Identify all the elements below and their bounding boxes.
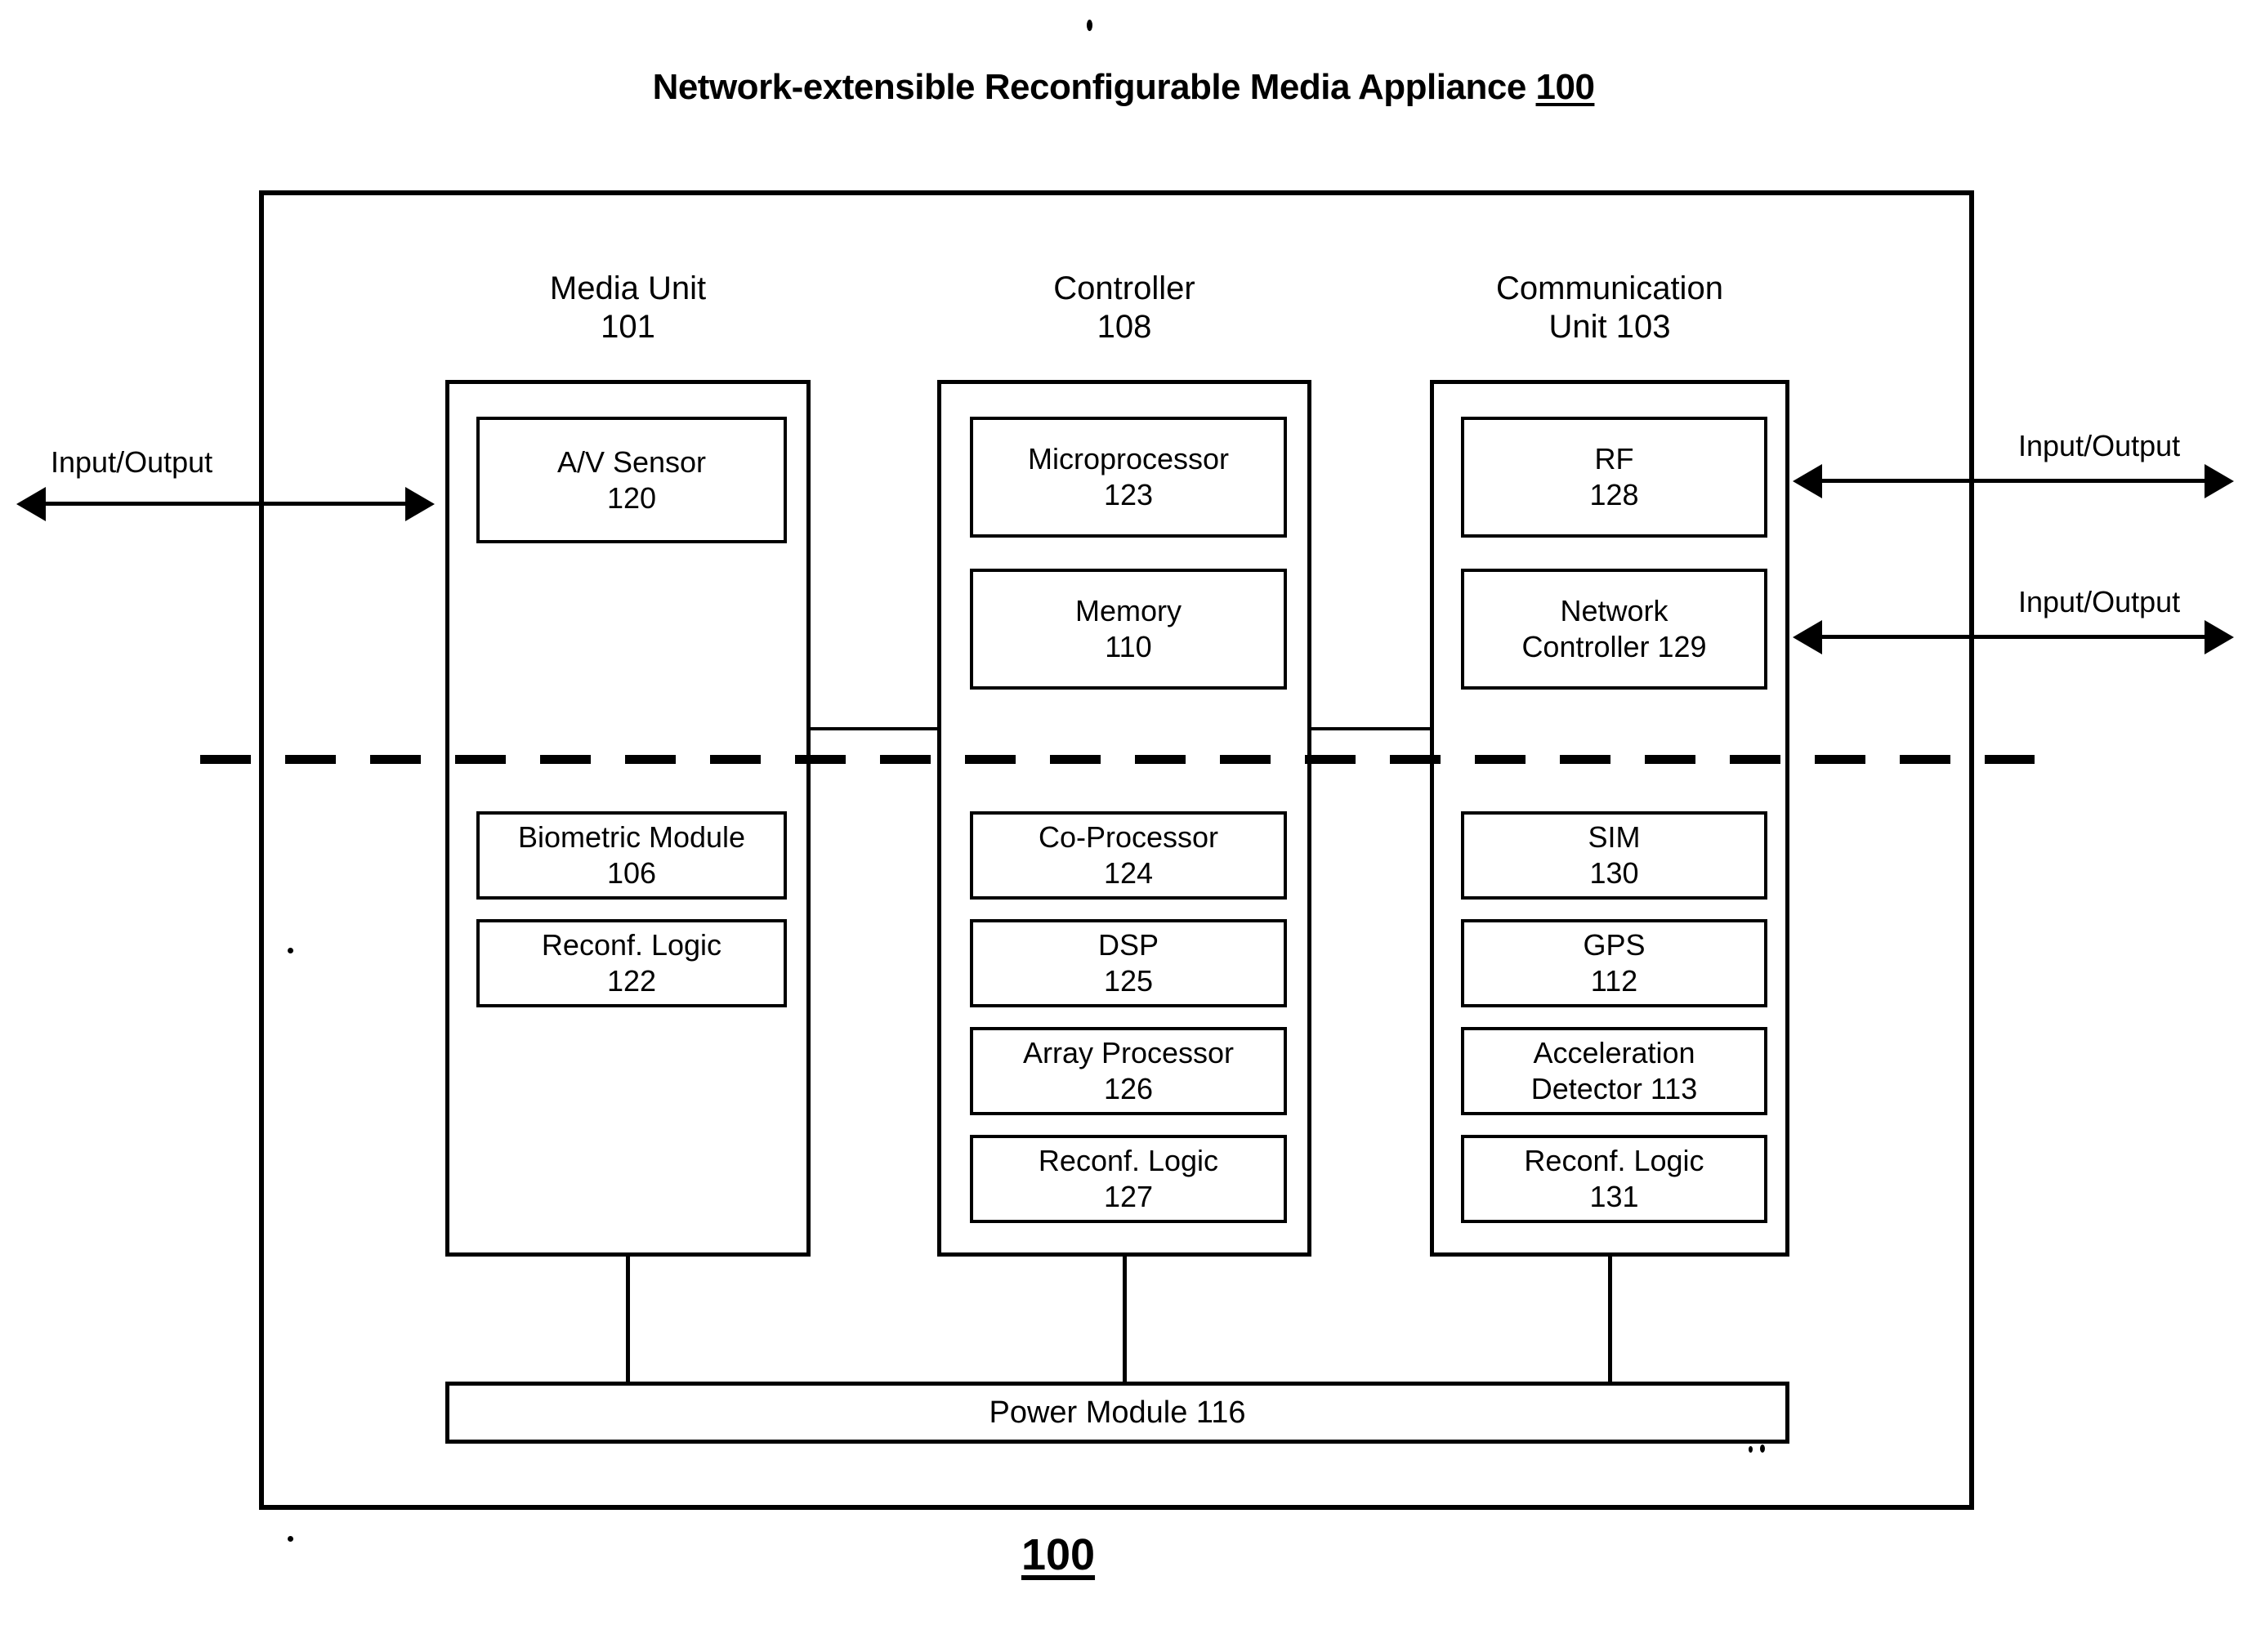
acceleration-detector-number: Detector 113	[1530, 1072, 1698, 1105]
gps-label: GPS	[1583, 928, 1646, 962]
media-to-controller-connector	[809, 727, 939, 730]
sim-label: SIM	[1588, 820, 1641, 855]
page-title-text: Network-extensible Reconfigurable Media …	[652, 67, 1536, 107]
io-right-rf-arrowhead-right-icon	[2205, 464, 2234, 498]
media-reconf-logic-number: 122	[606, 964, 657, 998]
av-sensor-box[interactable]: A/V Sensor 120	[476, 417, 787, 543]
patent-figure-page: Network-extensible Reconfigurable Media …	[0, 0, 2247, 1652]
rf-label: RF	[1594, 442, 1634, 476]
media-reconf-logic-box[interactable]: Reconf. Logic 122	[476, 919, 787, 1007]
media-reconf-logic-label: Reconf. Logic	[541, 928, 722, 962]
biometric-module-number: 106	[606, 856, 657, 890]
sim-box[interactable]: SIM 130	[1461, 811, 1767, 900]
power-module-box[interactable]: Power Module 116	[445, 1382, 1789, 1444]
page-title: Network-extensible Reconfigurable Media …	[0, 67, 2247, 108]
io-left-arrowhead-right-icon	[405, 487, 435, 521]
array-processor-box[interactable]: Array Processor 126	[970, 1027, 1287, 1115]
communication-reconf-logic-label: Reconf. Logic	[1524, 1144, 1704, 1178]
controller-reconf-logic-box[interactable]: Reconf. Logic 127	[970, 1135, 1287, 1223]
biometric-module-label: Biometric Module	[517, 820, 746, 855]
communication-unit-heading: Communication Unit 103	[1496, 270, 1723, 346]
io-left-label: Input/Output	[51, 445, 213, 479]
dsp-number: 125	[1103, 964, 1154, 998]
rf-box[interactable]: RF 128	[1461, 417, 1767, 538]
io-right-rf-arrow-line	[1820, 479, 2205, 483]
controller-reconf-logic-label: Reconf. Logic	[1038, 1144, 1219, 1178]
scan-speckle	[1087, 20, 1092, 31]
controller-heading: Controller 108	[1053, 270, 1195, 346]
dsp-box[interactable]: DSP 125	[970, 919, 1287, 1007]
controller-reconf-logic-number: 127	[1103, 1180, 1154, 1213]
media-unit-box[interactable]: A/V Sensor 120 Biometric Module 106 Reco…	[445, 380, 811, 1257]
controller-box[interactable]: Microprocessor 123 Memory 110 Co-Process…	[937, 380, 1311, 1257]
microprocessor-box[interactable]: Microprocessor 123	[970, 417, 1287, 538]
co-processor-number: 124	[1103, 856, 1154, 890]
io-right-network-arrowhead-right-icon	[2205, 620, 2234, 654]
media-to-power-connector	[626, 1255, 630, 1383]
io-right-rf-arrowhead-left-icon	[1793, 464, 1822, 498]
co-processor-label: Co-Processor	[1038, 820, 1219, 855]
controller-to-power-connector	[1123, 1255, 1127, 1383]
io-left-arrowhead-left-icon	[16, 487, 46, 521]
media-unit-heading: Media Unit 101	[549, 270, 707, 346]
communication-to-power-connector	[1608, 1255, 1612, 1383]
array-processor-label: Array Processor	[1022, 1036, 1235, 1070]
io-right-rf-label: Input/Output	[2018, 429, 2181, 462]
microprocessor-number: 123	[1103, 478, 1154, 511]
figure-reference-numeral: 100	[989, 1529, 1128, 1580]
communication-unit-box[interactable]: RF 128 Network Controller 129 SIM 130 GP…	[1430, 380, 1789, 1257]
memory-label: Memory	[1074, 594, 1182, 628]
acceleration-detector-label: Acceleration	[1533, 1036, 1695, 1070]
network-controller-box[interactable]: Network Controller 129	[1461, 569, 1767, 690]
figure-reference-number: 100	[1021, 1530, 1096, 1579]
io-right-network-arrow-line	[1820, 635, 2205, 639]
network-controller-number: Controller 129	[1521, 630, 1707, 663]
gps-number: 112	[1590, 964, 1638, 998]
biometric-module-box[interactable]: Biometric Module 106	[476, 811, 787, 900]
microprocessor-label: Microprocessor	[1027, 442, 1230, 476]
av-sensor-number: 120	[606, 480, 657, 515]
communication-reconf-logic-number: 131	[1589, 1180, 1639, 1213]
io-right-network-label: Input/Output	[2018, 585, 2181, 618]
dsp-label: DSP	[1097, 928, 1159, 962]
scan-speckle	[288, 1536, 293, 1542]
co-processor-box[interactable]: Co-Processor 124	[970, 811, 1287, 900]
page-title-number: 100	[1535, 67, 1595, 107]
gps-box[interactable]: GPS 112	[1461, 919, 1767, 1007]
sim-number: 130	[1589, 856, 1639, 890]
power-module-label: Power Module 116	[989, 1395, 1246, 1430]
acceleration-detector-box[interactable]: Acceleration Detector 113	[1461, 1027, 1767, 1115]
io-right-network-arrowhead-left-icon	[1793, 620, 1822, 654]
partition-dashed-line	[200, 755, 2035, 764]
io-left-arrow-line	[44, 502, 405, 506]
av-sensor-label: A/V Sensor	[556, 444, 707, 479]
array-processor-number: 126	[1103, 1072, 1154, 1105]
memory-box[interactable]: Memory 110	[970, 569, 1287, 690]
controller-to-communication-connector	[1310, 727, 1432, 730]
communication-reconf-logic-box[interactable]: Reconf. Logic 131	[1461, 1135, 1767, 1223]
memory-number: 110	[1105, 630, 1152, 663]
rf-number: 128	[1589, 478, 1639, 511]
network-controller-label: Network	[1560, 594, 1668, 628]
